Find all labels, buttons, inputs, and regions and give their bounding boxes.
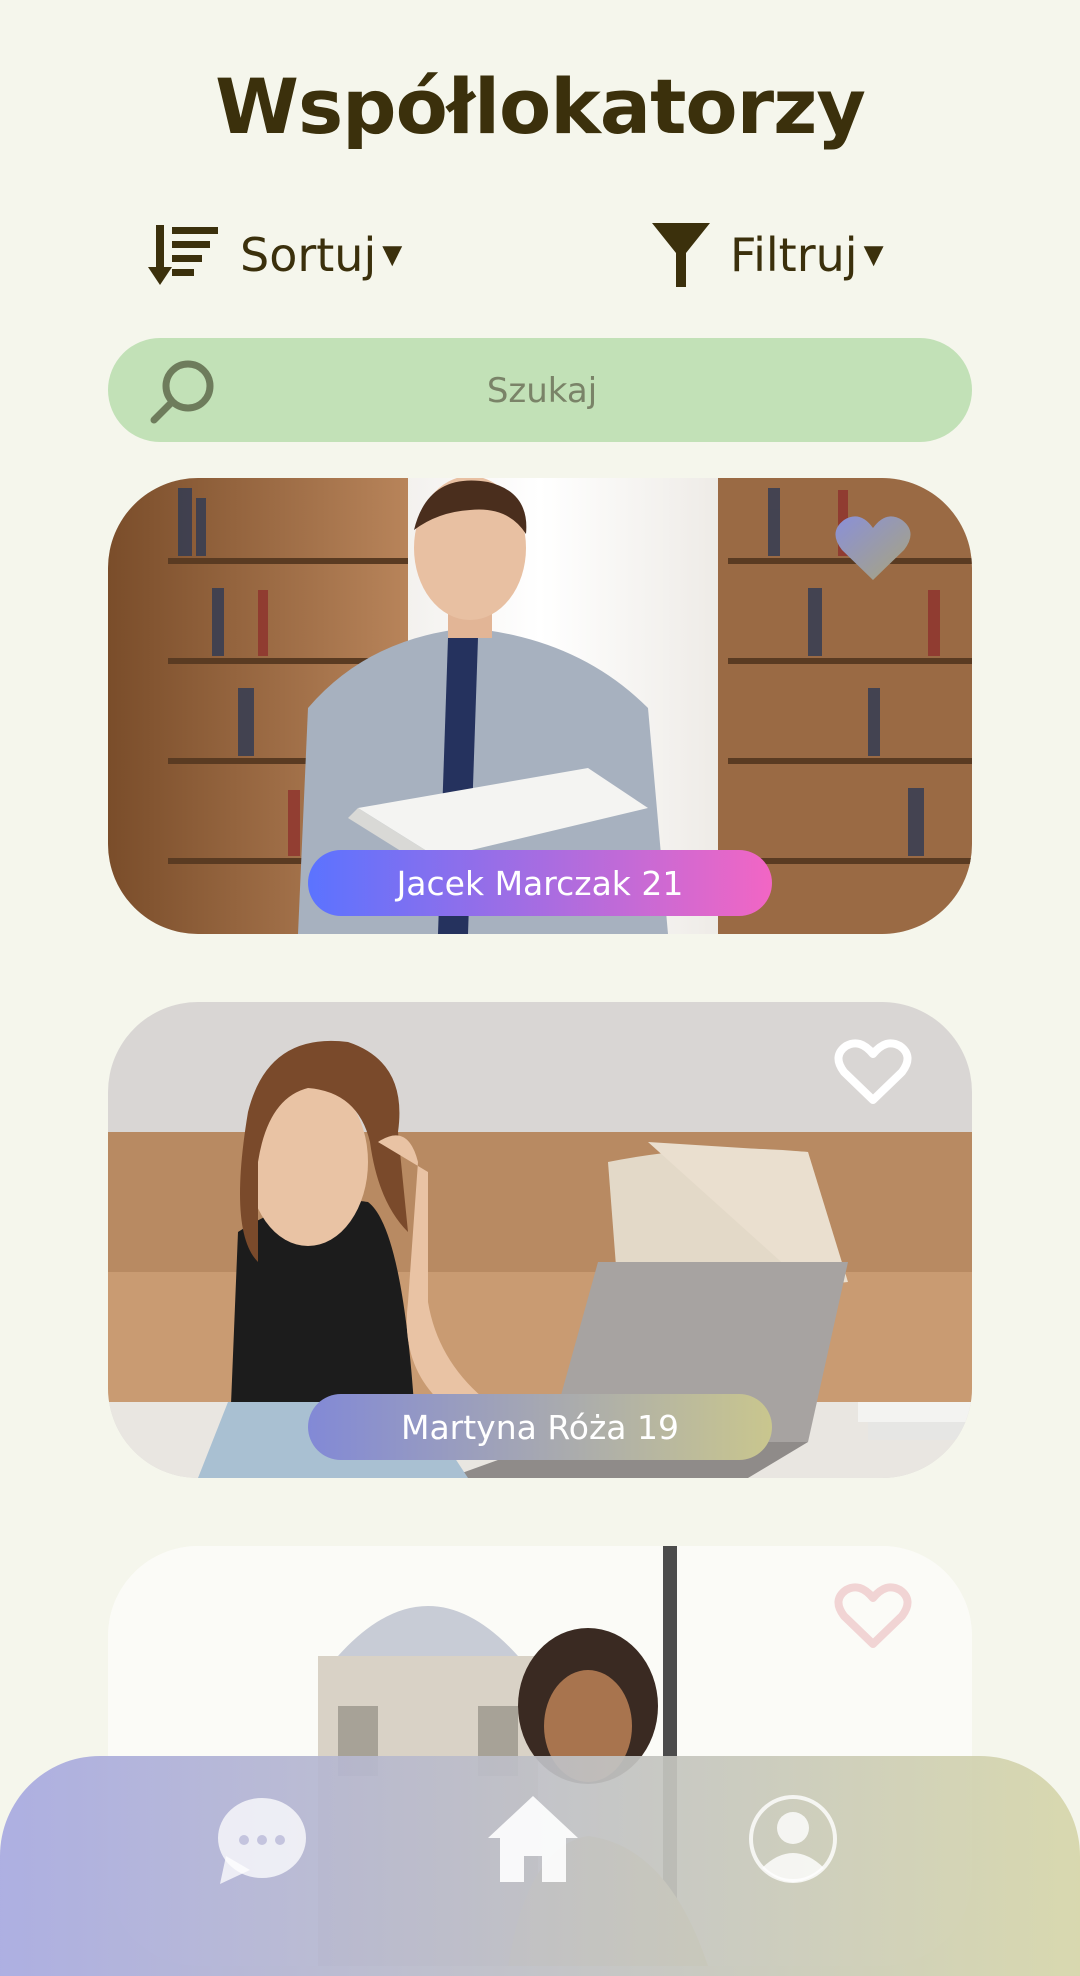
profile-name: Martyna Róża 19 xyxy=(308,1394,772,1460)
profile-card[interactable]: Martyna Róża 19 xyxy=(108,1002,972,1478)
heart-icon[interactable] xyxy=(834,514,912,584)
bottom-navigation xyxy=(0,1756,1080,1976)
chevron-down-icon: ▼ xyxy=(382,240,403,270)
sort-button[interactable]: Sortuj ▼ xyxy=(148,215,402,295)
filter-button[interactable]: Filtruj ▼ xyxy=(652,215,884,295)
heart-outline-icon[interactable] xyxy=(834,1582,912,1652)
sort-icon xyxy=(148,225,218,285)
search-icon xyxy=(150,360,214,424)
profile-icon[interactable] xyxy=(748,1794,838,1884)
filter-label: Filtruj xyxy=(730,228,858,282)
profile-card[interactable]: Jacek Marczak 21 xyxy=(108,478,972,934)
profile-name: Jacek Marczak 21 xyxy=(308,850,772,916)
sort-label: Sortuj xyxy=(240,228,377,282)
funnel-icon xyxy=(652,223,710,287)
page-title: Współlokatorzy xyxy=(215,62,866,151)
search-bar[interactable] xyxy=(108,338,972,444)
home-icon[interactable] xyxy=(488,1794,578,1884)
heart-outline-icon[interactable] xyxy=(834,1038,912,1108)
chevron-down-icon: ▼ xyxy=(863,240,884,270)
chat-icon[interactable] xyxy=(216,1796,306,1886)
search-input[interactable] xyxy=(228,338,856,444)
